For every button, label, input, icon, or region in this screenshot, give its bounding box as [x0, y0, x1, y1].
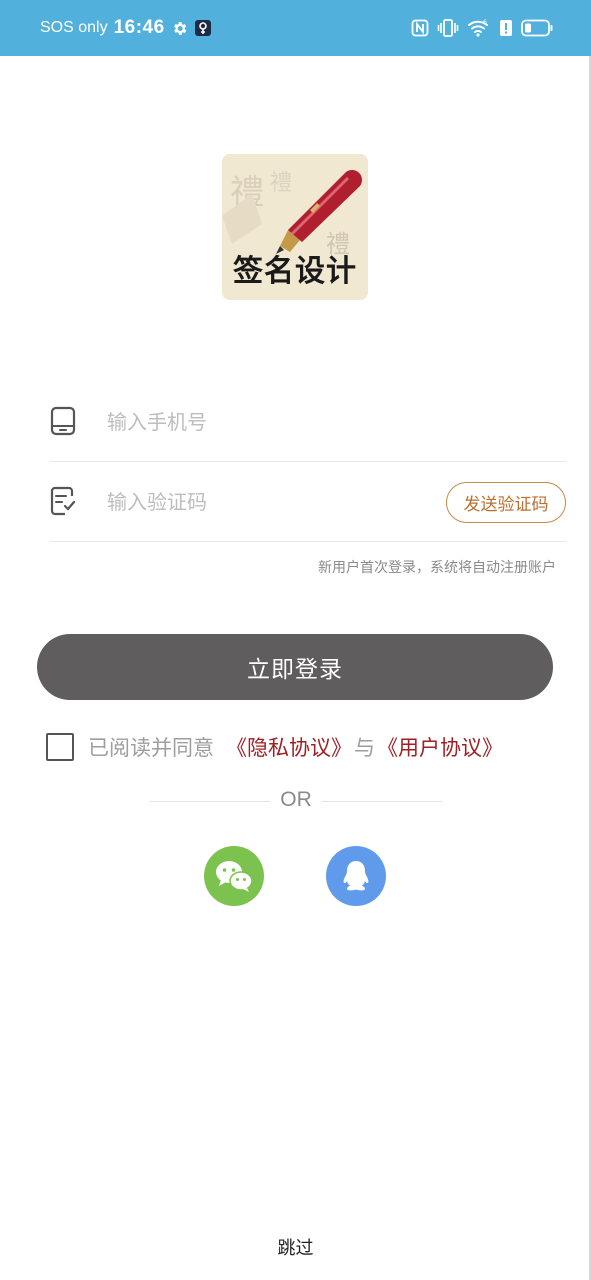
send-code-button[interactable]: 发送验证码	[446, 482, 566, 523]
privacy-policy-link[interactable]: 《隐私协议》	[226, 732, 352, 762]
or-label: OR	[280, 788, 312, 811]
vpn-key-icon	[194, 19, 212, 37]
phone-row	[50, 382, 566, 462]
settings-icon	[171, 20, 188, 37]
agreement-row: 已阅读并同意 《隐私协议》 与 《用户协议》	[46, 730, 503, 764]
wechat-login-button[interactable]	[204, 846, 264, 906]
battery-icon	[521, 19, 553, 37]
alert-icon	[499, 19, 513, 37]
divider-right	[322, 801, 442, 802]
app-logo: 禮 禮 禮 签名设计	[222, 154, 368, 300]
status-bar-left: SOS only 16:46	[40, 0, 212, 56]
qq-icon	[343, 861, 369, 891]
svg-text:6: 6	[483, 19, 487, 26]
code-row: 发送验证码	[50, 462, 566, 542]
clock: 16:46	[113, 17, 165, 38]
logo-title: 签名设计	[233, 254, 357, 289]
wifi-icon: 6	[467, 18, 491, 38]
svg-text:禮: 禮	[270, 171, 292, 196]
carrier-label: SOS only	[40, 19, 108, 36]
divider-left	[150, 801, 270, 802]
agreement-and: 与	[354, 736, 375, 760]
register-hint: 新用户首次登录，系统将自动注册账户	[318, 560, 556, 576]
nfc-icon	[411, 19, 429, 37]
agreement-checkbox[interactable]	[46, 733, 74, 761]
phone-input[interactable]	[107, 402, 427, 442]
skip-button[interactable]: 跳过	[0, 1234, 591, 1260]
vibrate-icon	[437, 18, 459, 38]
wechat-icon	[216, 861, 253, 892]
verify-code-icon	[50, 486, 76, 516]
status-bar: SOS only 16:46 6	[0, 0, 591, 56]
status-bar-right: 6	[411, 0, 553, 56]
qq-login-button[interactable]	[326, 846, 386, 906]
user-agreement-link[interactable]: 《用户协议》	[377, 732, 503, 762]
code-input[interactable]	[107, 482, 427, 522]
agreement-prefix: 已阅读并同意	[88, 736, 214, 760]
phone-icon	[50, 406, 76, 436]
login-button[interactable]: 立即登录	[37, 634, 553, 700]
